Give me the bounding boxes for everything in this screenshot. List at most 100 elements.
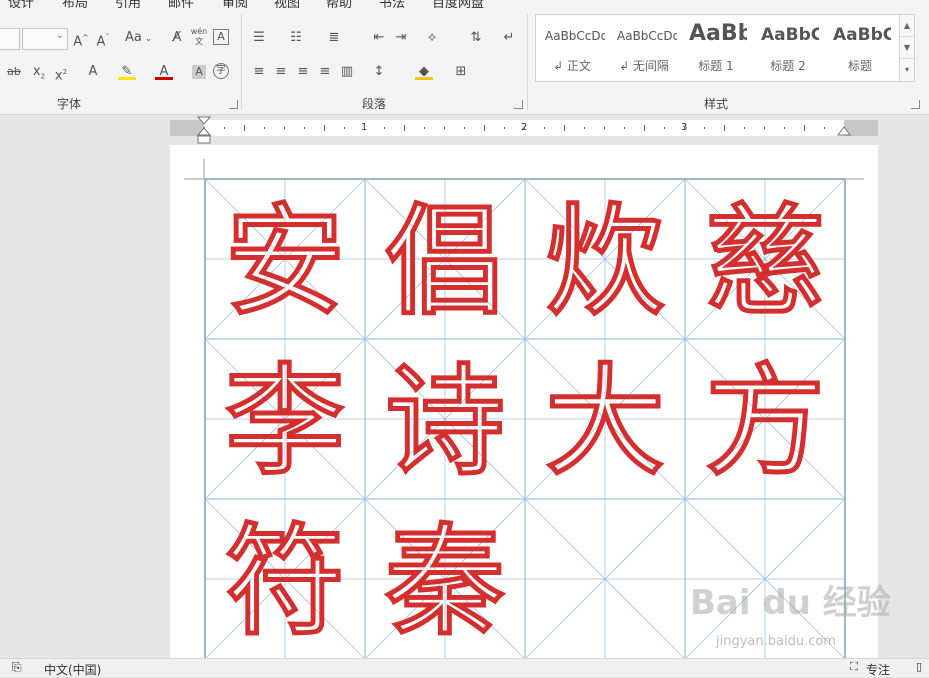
phonetic-guide-icon[interactable]: wén 文 [190, 27, 208, 46]
ruler-tick [364, 127, 365, 129]
group-divider [527, 14, 528, 110]
focus-mode-icon[interactable]: ⛶ [850, 660, 858, 674]
ruler-tick [544, 127, 545, 129]
increase-indent-icon[interactable]: ⇥ [392, 29, 410, 47]
ruler-tick [284, 127, 285, 129]
style-normal[interactable]: AaBbCcDd ↲ 正文 [539, 18, 605, 78]
text-effects-icon[interactable]: A [84, 63, 102, 81]
ruler-tick [784, 127, 785, 129]
style-heading-2[interactable]: AaBbC 标题 2 [755, 18, 821, 78]
menu-tab-layout[interactable]: 布局 [62, 0, 88, 8]
styles-dialog-launcher-icon[interactable] [911, 100, 920, 109]
font-name-combo[interactable] [0, 28, 20, 50]
align-center-icon[interactable]: ≡ [272, 63, 290, 81]
shading-icon[interactable]: ◆ [415, 63, 433, 80]
ruler-tick [804, 125, 805, 131]
ruler-tick [404, 125, 405, 131]
align-right-icon[interactable]: ≡ [294, 63, 312, 81]
proofing-icon[interactable]: ⎘ [12, 660, 22, 675]
show-formatting-marks-icon[interactable]: ↵ [500, 29, 518, 47]
ruler-tick [524, 127, 525, 129]
calligraphy-character: 炊 [545, 193, 665, 332]
menu-tab-baidu-netdisk[interactable]: 百度网盘 [432, 0, 484, 8]
ruler-tick [484, 125, 485, 131]
highlight-color-icon[interactable]: ✎ [118, 63, 136, 80]
calligraphy-character: 安 [225, 193, 345, 332]
ruler-tick [304, 127, 305, 129]
styles-group-label: 样式 [704, 97, 729, 111]
baidu-watermark: Bai du 经验 [690, 583, 891, 623]
shrink-font-icon[interactable]: Aˇ [94, 29, 112, 49]
paragraph-dialog-launcher-icon[interactable] [514, 100, 523, 109]
menu-tab-review[interactable]: 审阅 [222, 0, 248, 8]
enclose-characters-icon[interactable]: 字 [213, 63, 229, 79]
ruler-tick [604, 127, 605, 129]
font-color-icon[interactable]: A [155, 63, 173, 80]
menu-tab-mailings[interactable]: 邮件 [168, 0, 194, 8]
menu-tab-calligraphy[interactable]: 书法 [379, 0, 405, 8]
calligraphy-character: 李 [225, 353, 345, 492]
calligraphy-character: 符 [225, 513, 345, 652]
ruler-tick [724, 125, 725, 131]
chevron-up-icon[interactable]: ▲ [900, 15, 914, 37]
character-border-icon[interactable]: A [213, 29, 229, 45]
right-indent-marker-icon[interactable] [837, 125, 851, 137]
decrease-indent-icon[interactable]: ⇤ [370, 29, 388, 47]
style-title[interactable]: AaBbC 标题 [827, 18, 893, 78]
ruler-tick [564, 125, 565, 131]
character-shading-icon[interactable]: A [192, 65, 206, 79]
line-spacing-icon[interactable]: ↕ [370, 63, 388, 81]
menu-tab-help[interactable]: 帮助 [326, 0, 352, 8]
calligraphy-character: 方 [705, 353, 825, 492]
bullets-icon[interactable]: ☰ [250, 29, 268, 47]
chinese-layout-icon[interactable]: ⟡ [423, 29, 441, 47]
menu-tab-design[interactable]: 设计 [8, 0, 34, 8]
superscript-icon[interactable]: x2 [52, 63, 70, 83]
ruler-tick [224, 127, 225, 129]
calligraphy-character: 慈 [705, 193, 825, 332]
distributed-icon[interactable]: ▥ [338, 63, 356, 81]
ruler-tick [704, 127, 705, 129]
strikethrough-icon[interactable]: ab [5, 63, 23, 81]
ruler-tick [344, 127, 345, 129]
grow-font-icon[interactable]: A^ [72, 29, 90, 49]
sort-icon[interactable]: ⇅ [467, 29, 485, 47]
ruler-tick [744, 127, 745, 129]
ruler-tick [824, 127, 825, 129]
ruler-tick [584, 127, 585, 129]
style-heading-1[interactable]: AaBb 标题 1 [683, 18, 749, 78]
change-case-button[interactable]: Aa ⌄ [125, 29, 152, 48]
calligraphy-character: 倡 [385, 193, 505, 332]
style-no-spacing[interactable]: AaBbCcDd ↲ 无间隔 [611, 18, 677, 78]
menu-bar: 设计 布局 引用 邮件 审阅 视图 帮助 书法 百度网盘 [0, 0, 929, 8]
ruler-tick [464, 127, 465, 129]
chevron-down-icon: ⌄ [55, 30, 64, 41]
multilevel-list-icon[interactable]: ≣ [325, 29, 343, 47]
ruler-tick [664, 127, 665, 129]
menu-tab-references[interactable]: 引用 [115, 0, 141, 8]
focus-mode-label[interactable]: 专注 [866, 661, 890, 678]
clear-formatting-icon[interactable]: A̸ [168, 29, 186, 47]
calligraphy-character: 大 [545, 353, 665, 492]
subscript-icon[interactable]: x2 [30, 63, 48, 81]
numbering-icon[interactable]: ☷ [287, 29, 305, 47]
language-status[interactable]: 中文(中国) [44, 661, 101, 678]
ruler-tick [444, 127, 445, 129]
indent-markers-icon[interactable] [197, 116, 211, 144]
more-styles-icon[interactable]: ▾ [900, 59, 914, 80]
styles-gallery-scroller[interactable]: ▲ ▼ ▾ [899, 14, 915, 82]
menu-tab-view[interactable]: 视图 [274, 0, 300, 8]
calligraphy-character: 诗 [385, 353, 505, 492]
horizontal-ruler[interactable]: 1 2 3 [170, 120, 878, 136]
chevron-down-icon[interactable]: ▼ [900, 37, 914, 59]
ruler-tick [264, 127, 265, 129]
styles-gallery: AaBbCcDd ↲ 正文 AaBbCcDd ↲ 无间隔 AaBb 标题 1 A… [535, 14, 902, 82]
borders-icon[interactable]: ⊞ [452, 63, 470, 81]
ruler-tick [384, 127, 385, 129]
font-dialog-launcher-icon[interactable] [229, 100, 238, 109]
group-divider [241, 14, 242, 110]
justify-icon[interactable]: ≡ [316, 63, 334, 81]
read-mode-icon[interactable]: ▯ [916, 660, 922, 673]
font-size-combo[interactable]: ⌄ [22, 28, 68, 50]
align-left-icon[interactable]: ≡ [250, 63, 268, 81]
